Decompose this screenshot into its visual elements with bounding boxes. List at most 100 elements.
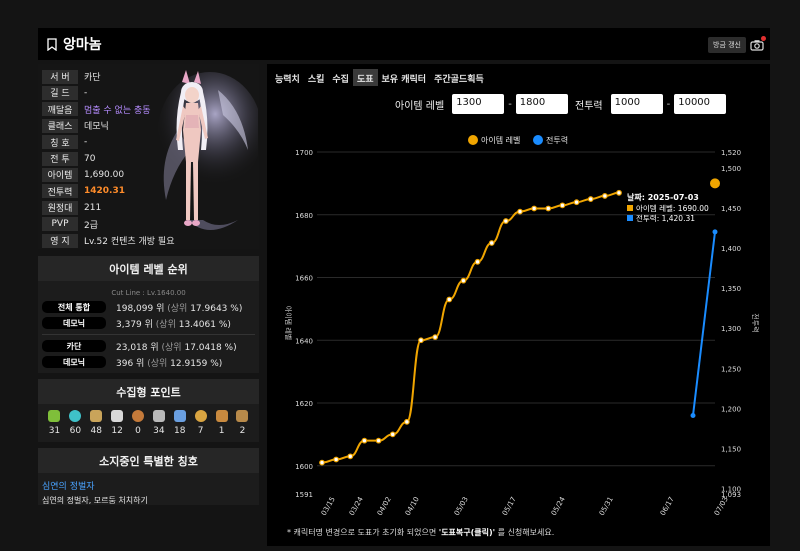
item-level-point[interactable] bbox=[517, 208, 523, 215]
collection-item[interactable]: 2 bbox=[233, 410, 251, 436]
right-tick-label: 1,500 bbox=[721, 165, 741, 173]
item-level-point[interactable] bbox=[573, 199, 580, 206]
right-tick-label: 1,350 bbox=[721, 285, 741, 293]
item-level-point[interactable] bbox=[601, 193, 608, 199]
range-dash: - bbox=[666, 98, 671, 110]
item-level-point[interactable] bbox=[389, 431, 396, 438]
collection-item[interactable]: 7 bbox=[192, 410, 210, 436]
tooltip-date: 날짜: 2025-07-03 bbox=[627, 192, 699, 202]
profile-row: 영 지 Lv.52 컨텐츠 개방 필요 bbox=[42, 233, 175, 248]
x-tick-label: 05/31 bbox=[598, 496, 615, 517]
profile-key: 전 투 bbox=[42, 151, 78, 166]
profile-row: 칭 호- bbox=[42, 135, 87, 150]
right-tick-label: 1,400 bbox=[721, 245, 741, 253]
left-tick-label: 1700 bbox=[295, 149, 313, 157]
item-level-point[interactable] bbox=[531, 205, 538, 212]
item-level-point[interactable] bbox=[446, 296, 453, 303]
collection-item[interactable]: 0 bbox=[129, 410, 147, 436]
rank-percent-prefix: (상위 bbox=[155, 319, 176, 330]
profile-card: 서 버 카단 길 드 - 깨달음 멈출 수 없는 충동 클래스 데모닉 칭 호-전 투 70 아이템… bbox=[38, 64, 259, 249]
collection-item[interactable]: 1 bbox=[213, 410, 231, 436]
legend-swatch-combat-power bbox=[533, 135, 543, 145]
item-level-point[interactable] bbox=[559, 202, 566, 209]
collection-title: 수집형 포인트 bbox=[38, 379, 259, 404]
item-level-point[interactable] bbox=[460, 277, 467, 284]
item-level-point[interactable] bbox=[418, 337, 424, 344]
item-level-point-active[interactable] bbox=[710, 178, 720, 189]
collection-list: 31 60 48 12 0 34 18 7 1 2 bbox=[38, 404, 259, 436]
combat-power-min-input[interactable]: 1000 bbox=[610, 94, 663, 114]
tooltip-swatch-item bbox=[627, 205, 633, 211]
item-level-point[interactable] bbox=[616, 189, 622, 196]
tab-3[interactable]: 도표 bbox=[352, 69, 378, 86]
tab-2[interactable]: 수집 bbox=[328, 69, 353, 86]
combat-power-max-input[interactable]: 10000 bbox=[674, 94, 727, 114]
collection-item[interactable]: 12 bbox=[108, 410, 126, 436]
right-tick-label: 1,450 bbox=[721, 205, 741, 213]
collection-item[interactable]: 60 bbox=[66, 410, 84, 436]
right-tick-label: 1,250 bbox=[721, 365, 741, 373]
item-level-point[interactable] bbox=[474, 258, 481, 265]
item-level-min-input[interactable]: 1300 bbox=[452, 94, 505, 114]
left-tick-label: 1620 bbox=[295, 400, 313, 408]
restore-chart-link[interactable]: '도표복구(클릭)' bbox=[439, 528, 495, 537]
ranking-value: 198,099 위 (상위 17.9643 %) bbox=[116, 301, 242, 314]
right-tick-label: 1,200 bbox=[721, 405, 741, 413]
item-level-point[interactable] bbox=[488, 240, 495, 246]
profile-value: 멈출 수 없는 충동 bbox=[84, 105, 151, 116]
tab-1[interactable]: 스킬 bbox=[304, 69, 329, 86]
collection-value: 1 bbox=[218, 426, 225, 436]
range-dash: - bbox=[508, 98, 512, 110]
item-level-max-input[interactable]: 1800 bbox=[515, 94, 568, 114]
profile-row: 길 드- bbox=[42, 85, 87, 100]
collection-item[interactable]: 48 bbox=[87, 410, 105, 436]
tab-4[interactable]: 보유 캐릭터 bbox=[378, 69, 431, 86]
refresh-button[interactable]: 방금 갱신 bbox=[708, 37, 746, 53]
x-tick-label: 03/15 bbox=[320, 496, 337, 517]
item-level-point[interactable] bbox=[361, 437, 368, 444]
screenshot-button[interactable] bbox=[750, 36, 766, 51]
item-level-ranking-panel: 아이템 레벨 순위 Cut Line : Lv.1640.00 전체 통합 198… bbox=[38, 256, 259, 373]
left-column: 서 버 카단 길 드 - 깨달음 멈출 수 없는 충동 클래스 데모닉 칭 호-전 투 70 아이템… bbox=[38, 64, 259, 249]
collection-item[interactable]: 31 bbox=[45, 410, 63, 436]
great-art-icon bbox=[90, 410, 103, 422]
profile-row: PVP 2급 bbox=[42, 217, 98, 232]
combat-power-filter-label: 전투력 bbox=[575, 100, 603, 112]
item-level-point[interactable] bbox=[545, 205, 552, 212]
tab-0[interactable]: 능력치 bbox=[271, 69, 304, 86]
item-level-point[interactable] bbox=[319, 459, 325, 466]
item-level-point[interactable] bbox=[587, 196, 594, 202]
profile-row: 전투력 1420.31 bbox=[42, 184, 125, 199]
collection-item[interactable]: 34 bbox=[150, 410, 168, 436]
collection-value: 60 bbox=[69, 426, 82, 436]
bookmark-icon[interactable] bbox=[47, 37, 57, 51]
ranking-row: 데모닉 3,379 위 (상위 13.4061 %) bbox=[38, 316, 259, 330]
item-level-point[interactable] bbox=[333, 456, 340, 463]
profile-row: 전 투 70 bbox=[42, 151, 95, 166]
orpheus-star-icon bbox=[152, 410, 165, 422]
profile-value: 1,690.00 bbox=[84, 169, 125, 180]
collection-value: 31 bbox=[48, 426, 61, 436]
ranking-row: 데모닉 396 위 (상위 12.9159 %) bbox=[38, 355, 259, 369]
combat-power-line bbox=[692, 231, 716, 416]
profile-key: PVP bbox=[42, 217, 78, 232]
rank-percent-value: 13.4061 %) bbox=[178, 319, 231, 330]
rank-number: 198,099 위 bbox=[116, 303, 165, 314]
item-level-point[interactable] bbox=[347, 453, 354, 460]
item-level-point[interactable] bbox=[502, 218, 509, 224]
combat-power-filter: 전투력 1000 - 10000 bbox=[575, 94, 727, 114]
collection-item[interactable]: 18 bbox=[171, 410, 189, 436]
history-chart[interactable]: 아이템 레벨 전투력17001680166016401620160015911,5… bbox=[267, 126, 770, 526]
tab-5[interactable]: 주간골드획득 bbox=[430, 69, 488, 86]
item-level-point[interactable] bbox=[403, 418, 410, 425]
combat-power-point[interactable] bbox=[712, 229, 718, 235]
item-level-point[interactable] bbox=[432, 334, 439, 341]
combat-power-point[interactable] bbox=[690, 413, 696, 419]
x-tick-label: 07/03 bbox=[713, 496, 730, 517]
profile-row: 클래스 데모닉 bbox=[42, 118, 109, 133]
profile-key: 깨달음 bbox=[42, 102, 78, 117]
giant-heart-icon bbox=[111, 410, 124, 422]
ranking-divider bbox=[42, 334, 255, 335]
profile-key: 원정대 bbox=[42, 200, 78, 215]
item-level-point[interactable] bbox=[375, 437, 382, 444]
